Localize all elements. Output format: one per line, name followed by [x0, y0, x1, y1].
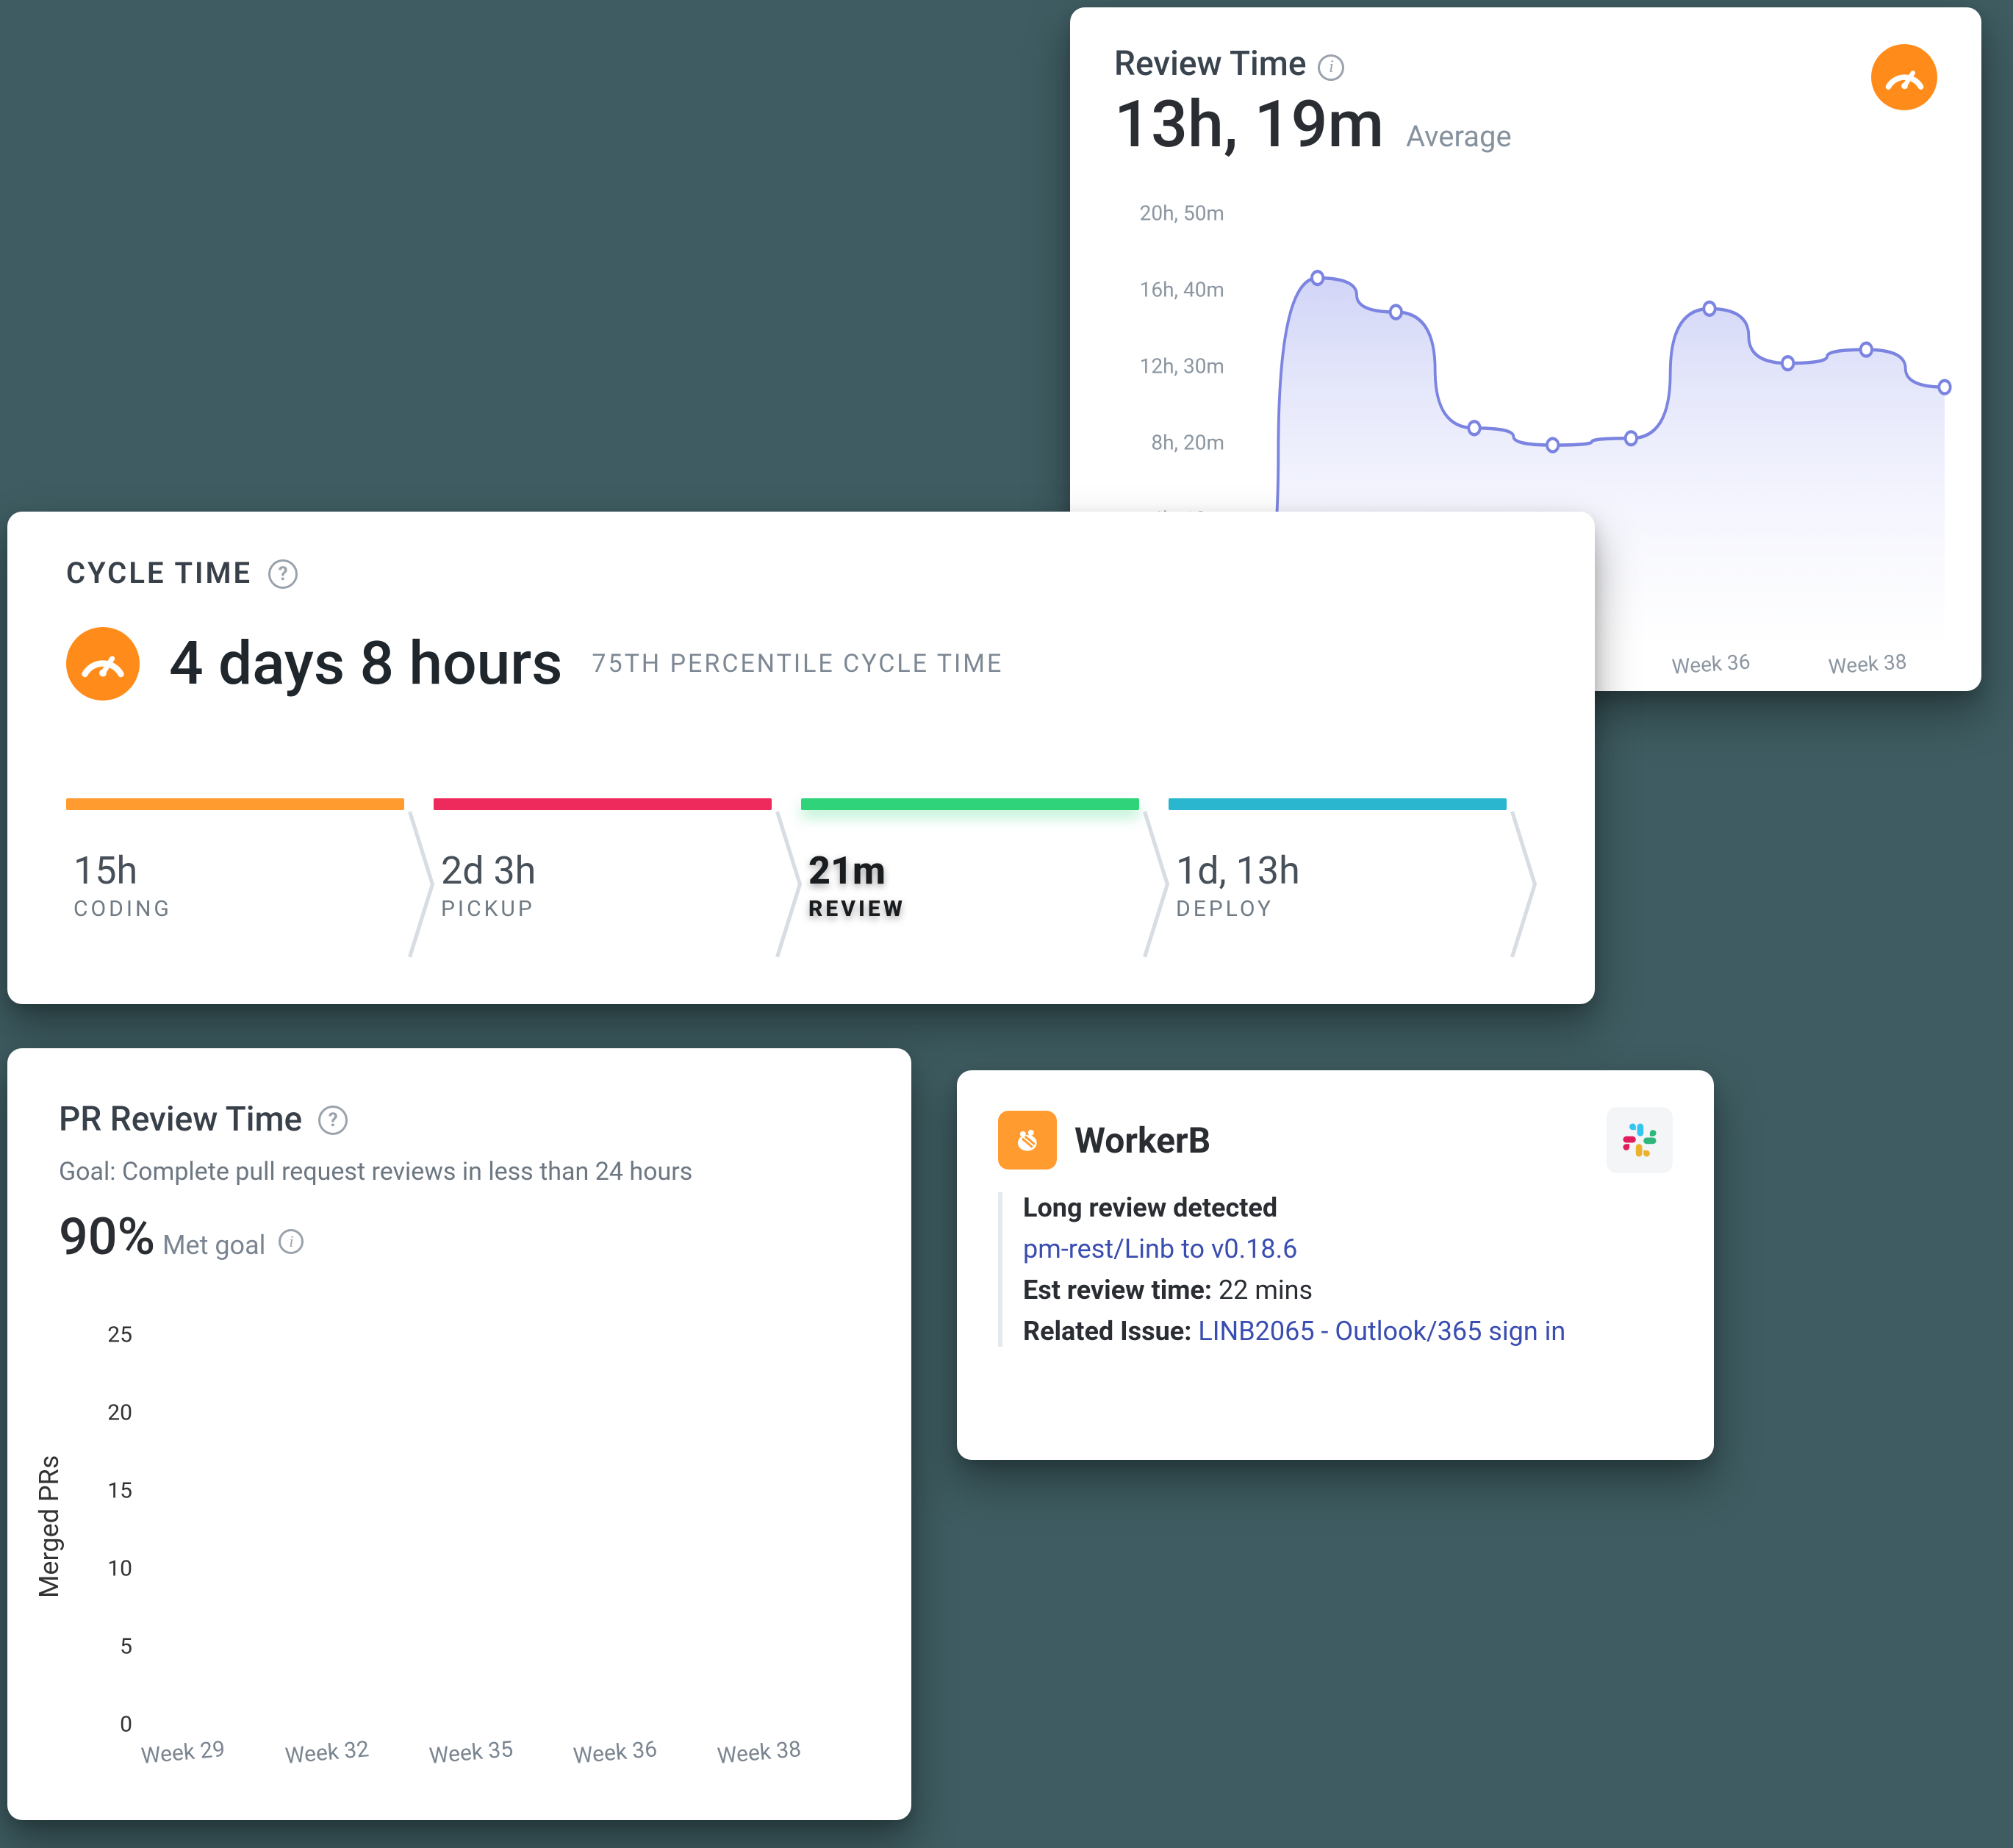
- x-tick: Week 32: [284, 1736, 370, 1769]
- workerb-card: WorkerB Long review detected pm-rest/Lin…: [957, 1070, 1714, 1460]
- x-tick: Week 38: [717, 1736, 803, 1769]
- cycle-stages: 15h CODING 2d 3h PICKUP 21m REVIEW 1d, 1…: [66, 798, 1536, 960]
- gauge-icon: [1871, 44, 1937, 110]
- workerb-issue-label: Related Issue:: [1023, 1316, 1191, 1347]
- cycle-stage-pickup[interactable]: 2d 3h PICKUP: [434, 798, 801, 960]
- cycle-title-row: CYCLE TIME ?: [66, 556, 1536, 590]
- workerb-icon: [998, 1111, 1057, 1170]
- workerb-body: Long review detected pm-rest/Linb to v0.…: [998, 1192, 1673, 1347]
- workerb-header: WorkerB: [998, 1107, 1673, 1173]
- cycle-stage-review[interactable]: 21m REVIEW: [801, 798, 1169, 960]
- workerb-est-value: 22 mins: [1219, 1275, 1313, 1306]
- stage-bar: [66, 798, 404, 810]
- pr-pct-row: 90% Met goal i: [59, 1207, 860, 1267]
- stage-value: 21m: [808, 848, 1161, 893]
- slack-icon[interactable]: [1607, 1107, 1673, 1173]
- stage-bar: [801, 798, 1139, 810]
- pr-review-card: PR Review Time ? Goal: Complete pull req…: [7, 1048, 911, 1820]
- help-icon[interactable]: ?: [268, 559, 298, 589]
- y-tick: 15: [96, 1478, 132, 1504]
- stage-label: CODING: [73, 896, 426, 922]
- x-tick: Week 29: [140, 1736, 226, 1769]
- stage-label: DEPLOY: [1176, 896, 1529, 922]
- y-tick: 8h, 20m: [1122, 431, 1224, 455]
- pr-met-label: Met goal: [162, 1230, 265, 1261]
- pr-bar-chart: 0510152025 Week 29Week 32Week 35Week 36W…: [140, 1335, 867, 1725]
- x-tick: Week 36: [1671, 649, 1751, 678]
- pr-y-axis-label: Merged PRs: [34, 1455, 65, 1598]
- cycle-time-card: CYCLE TIME ? 4 days 8 hours 75TH PERCENT…: [7, 512, 1595, 1004]
- workerb-issue-row: Related Issue: LINB2065 - Outlook/365 si…: [1023, 1316, 1673, 1347]
- workerb-est-row: Est review time: 22 mins: [1023, 1275, 1673, 1306]
- stage-value: 1d, 13h: [1176, 848, 1529, 893]
- workerb-est-label: Est review time:: [1023, 1275, 1212, 1306]
- stage-bar: [434, 798, 772, 810]
- workerb-alert-title: Long review detected: [1023, 1192, 1673, 1223]
- review-time-number: 13h, 19m: [1114, 87, 1384, 162]
- workerb-title: WorkerB: [1074, 1120, 1210, 1161]
- cycle-summary-row: 4 days 8 hours 75TH PERCENTILE CYCLE TIM…: [66, 627, 1536, 701]
- pr-pct-value: 90%: [59, 1207, 155, 1267]
- y-tick: 25: [96, 1322, 132, 1348]
- stage-value: 2d 3h: [441, 848, 794, 893]
- review-time-avg-label: Average: [1406, 119, 1512, 154]
- workerb-pr-link[interactable]: pm-rest/Linb to v0.18.6: [1023, 1233, 1673, 1264]
- stage-bar: [1169, 798, 1507, 810]
- gauge-icon: [66, 627, 140, 701]
- pr-review-title: PR Review Time: [59, 1100, 302, 1139]
- cycle-time-subtitle: 75TH PERCENTILE CYCLE TIME: [592, 649, 1003, 678]
- stage-label: PICKUP: [441, 896, 794, 922]
- y-tick: 5: [96, 1634, 132, 1660]
- y-tick: 20: [96, 1400, 132, 1426]
- chevron-right-icon: [1507, 809, 1542, 960]
- x-tick: Week 35: [428, 1736, 514, 1769]
- workerb-issue-link[interactable]: LINB2065 - Outlook/365 sign in: [1198, 1316, 1565, 1347]
- x-tick: Week 36: [573, 1736, 659, 1769]
- y-tick: 20h, 50m: [1122, 201, 1224, 226]
- cycle-time-value: 4 days 8 hours: [169, 628, 562, 699]
- review-time-title-row: Review Time i: [1114, 44, 1937, 84]
- cycle-time-title: CYCLE TIME: [66, 556, 252, 590]
- stage-value: 15h: [73, 848, 426, 893]
- y-tick: 10: [96, 1556, 132, 1582]
- help-icon[interactable]: ?: [318, 1106, 348, 1135]
- pr-goal-text: Goal: Complete pull request reviews in l…: [59, 1157, 860, 1186]
- y-tick: 16h, 40m: [1122, 278, 1224, 302]
- cycle-stage-deploy[interactable]: 1d, 13h DEPLOY: [1169, 798, 1536, 960]
- stage-label: REVIEW: [808, 896, 1161, 922]
- info-icon[interactable]: i: [279, 1229, 304, 1254]
- y-tick: 12h, 30m: [1122, 354, 1224, 379]
- x-tick: Week 38: [1828, 649, 1908, 678]
- cycle-stage-coding[interactable]: 15h CODING: [66, 798, 434, 960]
- pr-title-row: PR Review Time ?: [59, 1100, 860, 1139]
- info-icon[interactable]: i: [1318, 54, 1344, 81]
- review-time-value: 13h, 19m Average: [1114, 87, 1937, 162]
- y-tick: 0: [96, 1712, 132, 1738]
- review-time-title: Review Time: [1114, 44, 1306, 84]
